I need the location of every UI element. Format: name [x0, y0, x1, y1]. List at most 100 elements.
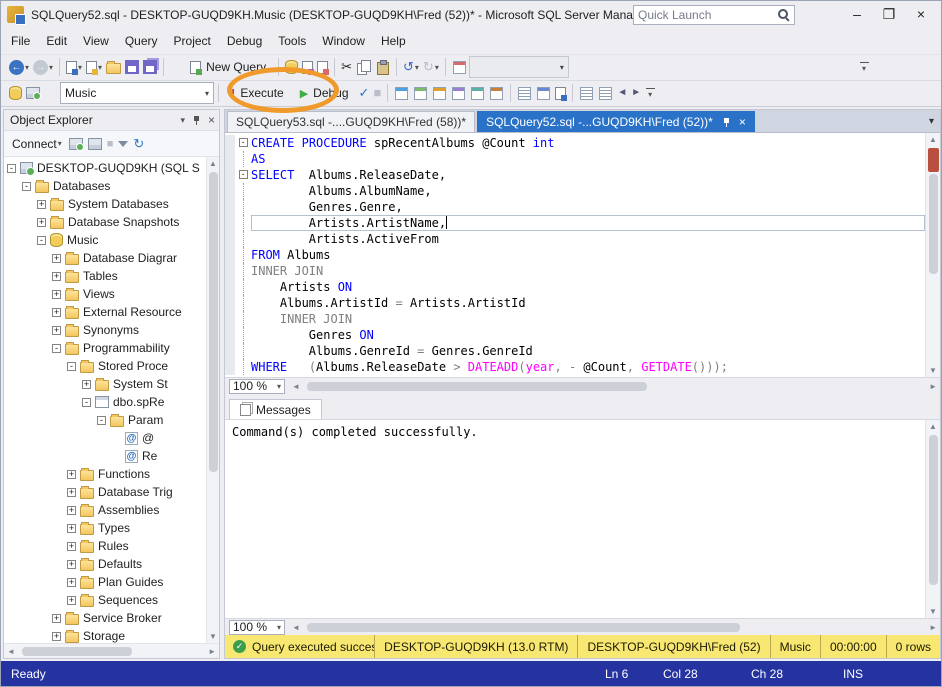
- tree-item[interactable]: +Database Diagrar: [4, 249, 206, 267]
- object-explorer-vertical-scrollbar[interactable]: ▲ ▼: [206, 157, 219, 643]
- code-line[interactable]: Artists ON: [225, 279, 925, 295]
- tree-expander[interactable]: +: [67, 560, 76, 569]
- estimated-plan-button[interactable]: [392, 82, 411, 104]
- menu-item-file[interactable]: File: [3, 28, 38, 54]
- code-line[interactable]: Artists.ArtistName,: [225, 215, 925, 231]
- fold-margin[interactable]: -: [235, 135, 251, 151]
- tree-item[interactable]: -DESKTOP-GUQD9KH (SQL S: [4, 159, 206, 177]
- scroll-up-icon[interactable]: ▲: [206, 157, 220, 170]
- query-options-button[interactable]: [411, 82, 430, 104]
- scroll-down-icon[interactable]: ▼: [926, 364, 940, 377]
- parse-button[interactable]: ✓: [357, 82, 372, 104]
- redo-button[interactable]: ↻▾: [421, 56, 441, 78]
- code-line[interactable]: Genres.Genre,: [225, 199, 925, 215]
- tree-expander[interactable]: +: [37, 218, 46, 227]
- window-menu-icon[interactable]: ▾: [180, 115, 185, 126]
- navigate-forward-button[interactable]: →▾: [31, 56, 55, 78]
- tree-item[interactable]: +Database Trig: [4, 483, 206, 501]
- code-line[interactable]: Artists.ActiveFrom: [225, 231, 925, 247]
- open-file-button[interactable]: [104, 56, 123, 78]
- comment-button[interactable]: [577, 82, 596, 104]
- paste-button[interactable]: [373, 56, 392, 78]
- new-engine-query-button[interactable]: [283, 56, 300, 78]
- navigate-back-button[interactable]: ←▾: [7, 56, 31, 78]
- code-line[interactable]: Albums.AlbumName,: [225, 183, 925, 199]
- pin-icon[interactable]: [191, 115, 202, 126]
- actual-plan-button[interactable]: [449, 82, 468, 104]
- code-line[interactable]: Albums.GenreId = Genres.GenreId: [225, 343, 925, 359]
- add-item-button[interactable]: ▾: [84, 56, 104, 78]
- tree-item[interactable]: +Plan Guides: [4, 573, 206, 591]
- execute-button[interactable]: ! Execute: [223, 81, 292, 105]
- scroll-right-icon[interactable]: ►: [926, 621, 940, 634]
- tab-sqlquery53[interactable]: SQLQuery53.sql -....GUQD9KH\Fred (58))*: [227, 111, 475, 132]
- tree-item[interactable]: +Service Broker: [4, 609, 206, 627]
- cut-button[interactable]: ✂: [339, 56, 354, 78]
- maximize-button[interactable]: ❐: [873, 3, 905, 27]
- scrollbar-thumb[interactable]: [307, 382, 648, 391]
- code-line[interactable]: FROM Albums: [225, 247, 925, 263]
- tree-expander[interactable]: +: [52, 272, 61, 281]
- tree-item[interactable]: +System Databases: [4, 195, 206, 213]
- quick-launch-input[interactable]: Quick Launch: [633, 5, 795, 25]
- tree-expander[interactable]: +: [52, 308, 61, 317]
- tree-expander[interactable]: +: [52, 632, 61, 641]
- menu-item-debug[interactable]: Debug: [219, 28, 270, 54]
- close-panel-icon[interactable]: ×: [208, 113, 215, 127]
- scrollbar-thumb[interactable]: [307, 623, 740, 632]
- scroll-left-icon[interactable]: ◄: [289, 621, 303, 634]
- tree-expander[interactable]: -: [22, 182, 31, 191]
- code-line[interactable]: WHERE (Albums.ReleaseDate > DATEADD(year…: [225, 359, 925, 375]
- tree-expander[interactable]: +: [52, 290, 61, 299]
- code-line[interactable]: AS: [225, 151, 925, 167]
- scroll-up-icon[interactable]: ▲: [926, 420, 940, 433]
- new-item-button[interactable]: ▾: [64, 56, 84, 78]
- editor-zoom-select[interactable]: 100 % ▾: [229, 379, 285, 394]
- results-to-grid-button[interactable]: [534, 82, 553, 104]
- tree-item[interactable]: -dbo.spRe: [4, 393, 206, 411]
- scroll-down-icon[interactable]: ▼: [206, 630, 220, 643]
- tree-item[interactable]: +Sequences: [4, 591, 206, 609]
- activity-monitor-button[interactable]: [450, 56, 469, 78]
- tree-expander[interactable]: +: [67, 596, 76, 605]
- tree-item[interactable]: +External Resource: [4, 303, 206, 321]
- minimize-button[interactable]: –: [841, 3, 873, 27]
- menu-item-query[interactable]: Query: [117, 28, 166, 54]
- tree-expander[interactable]: +: [67, 506, 76, 515]
- tree-item[interactable]: +Synonyms: [4, 321, 206, 339]
- code-line[interactable]: -CREATE PROCEDURE spRecentAlbums @Count …: [225, 135, 925, 151]
- scroll-right-icon[interactable]: ►: [205, 645, 219, 658]
- uncomment-button[interactable]: [596, 82, 615, 104]
- code-line[interactable]: Genres ON: [225, 327, 925, 343]
- tree-expander[interactable]: +: [67, 488, 76, 497]
- decrease-indent-button[interactable]: ◄: [615, 82, 629, 104]
- menu-item-help[interactable]: Help: [373, 28, 414, 54]
- tree-item[interactable]: +System St: [4, 375, 206, 393]
- tab-sqlquery52[interactable]: SQLQuery52.sql -...GUQD9KH\Fred (52))* ×: [477, 111, 755, 132]
- new-query-button[interactable]: New Query: [182, 55, 274, 79]
- results-to-file-button[interactable]: [553, 82, 568, 104]
- tree-expander[interactable]: +: [67, 542, 76, 551]
- code-line[interactable]: INNER JOIN: [225, 263, 925, 279]
- tree-item[interactable]: +Types: [4, 519, 206, 537]
- undo-button[interactable]: ↺▾: [401, 56, 421, 78]
- tree-expander[interactable]: -: [82, 398, 91, 407]
- code-editor[interactable]: -CREATE PROCEDURE spRecentAlbums @Count …: [225, 132, 940, 377]
- tree-item[interactable]: @: [4, 429, 206, 447]
- tree-item[interactable]: +Views: [4, 285, 206, 303]
- menu-item-tools[interactable]: Tools: [270, 28, 314, 54]
- tree-expander[interactable]: -: [67, 362, 76, 371]
- close-button[interactable]: ×: [905, 3, 937, 27]
- messages-zoom-select[interactable]: 100 % ▾: [229, 620, 285, 635]
- scroll-left-icon[interactable]: ◄: [4, 645, 18, 658]
- code-line[interactable]: INNER JOIN: [225, 311, 925, 327]
- copy-button[interactable]: [354, 56, 373, 78]
- disconnect-server-icon[interactable]: [88, 138, 102, 150]
- tree-item[interactable]: -Programmability: [4, 339, 206, 357]
- save-all-button[interactable]: [141, 56, 159, 78]
- code-line[interactable]: Albums.ArtistId = Artists.ArtistId: [225, 295, 925, 311]
- tree-expander[interactable]: +: [67, 524, 76, 533]
- tree-item[interactable]: +Functions: [4, 465, 206, 483]
- tree-expander[interactable]: +: [52, 614, 61, 623]
- tree-expander[interactable]: -: [97, 416, 106, 425]
